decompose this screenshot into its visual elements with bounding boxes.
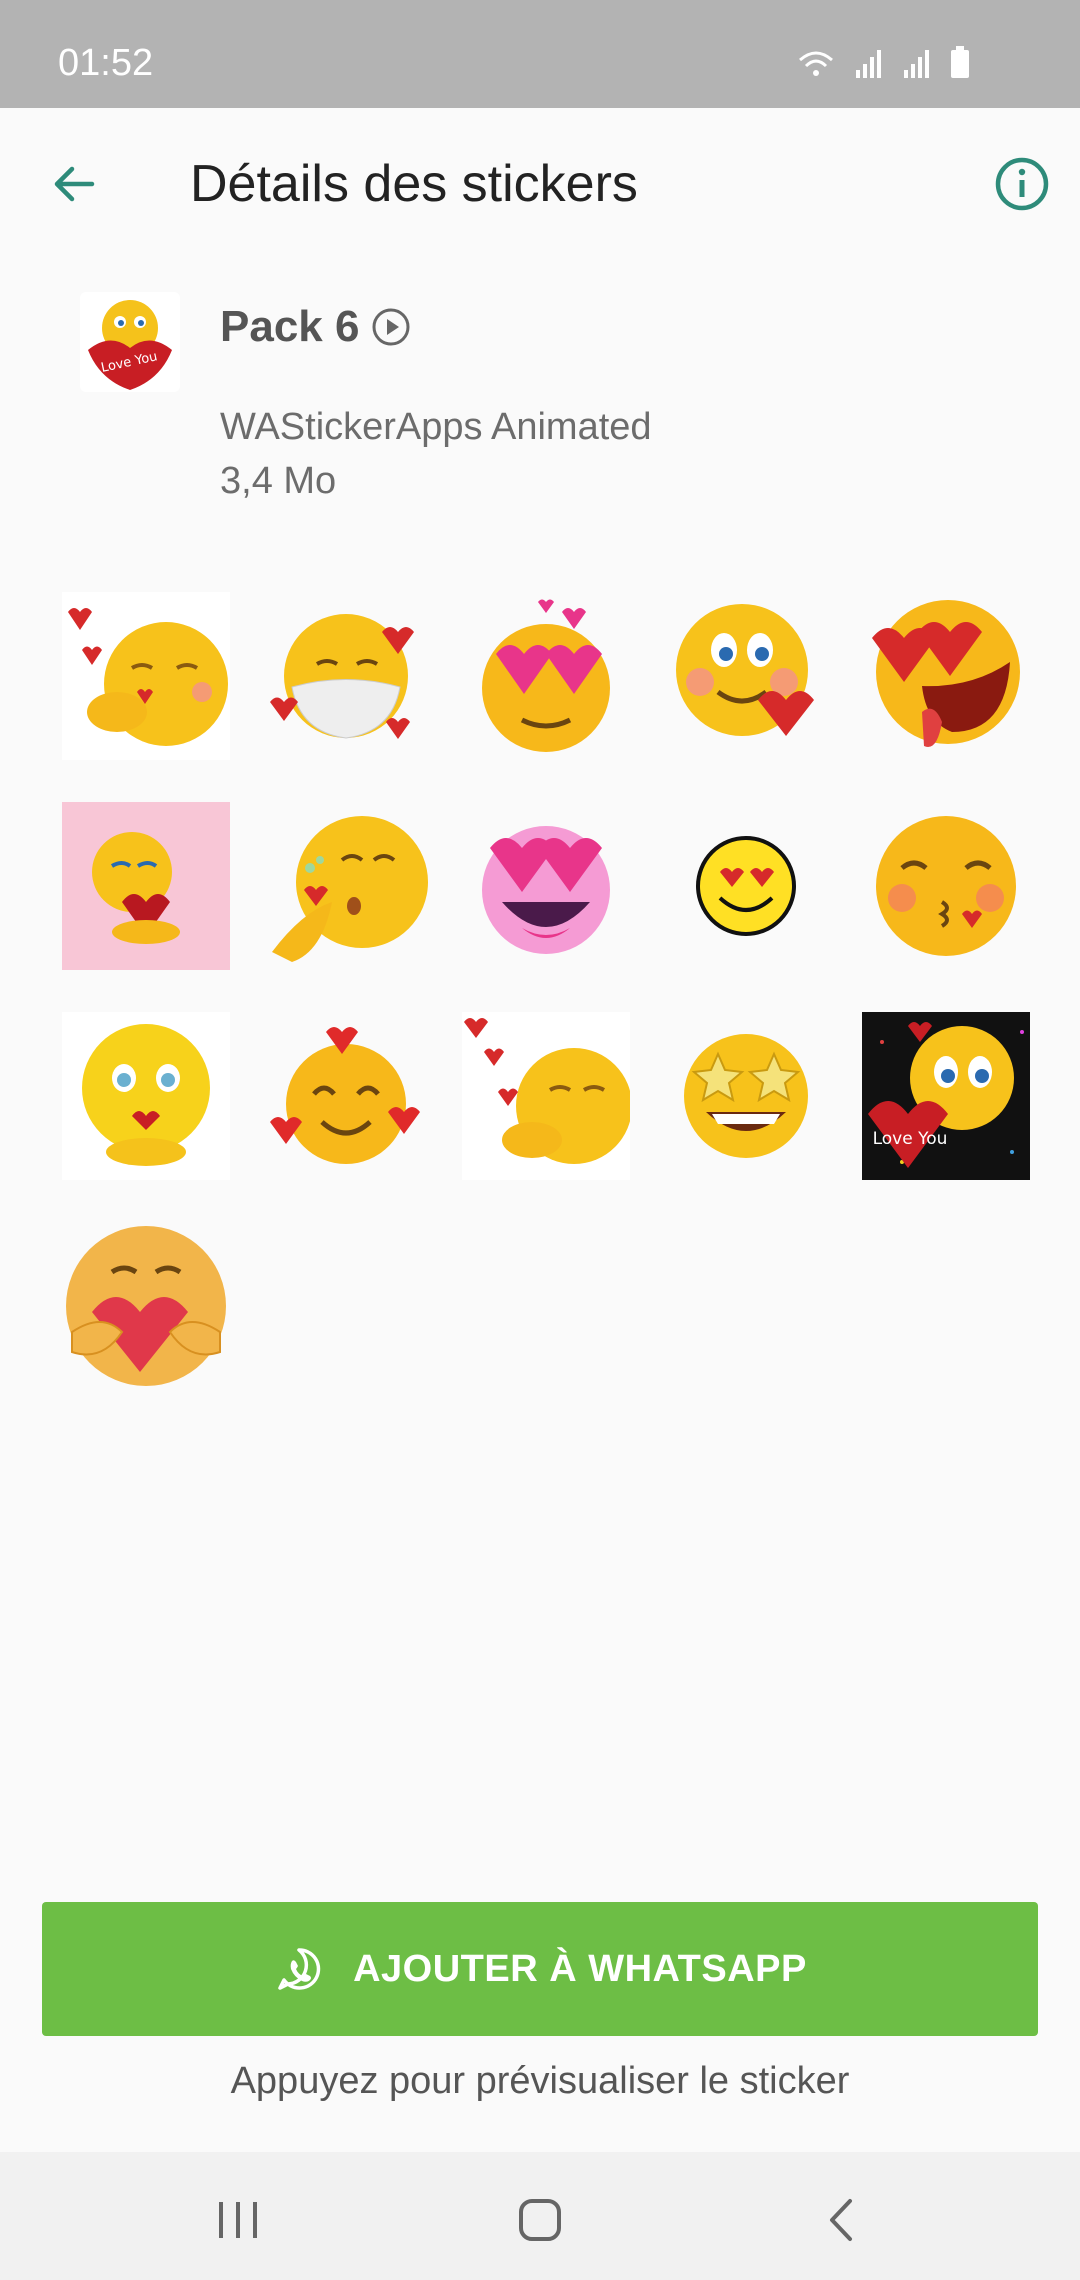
whatsapp-icon (273, 1943, 325, 1995)
signal-icon (856, 50, 881, 78)
svg-text:Love You: Love You (873, 1129, 948, 1149)
sticker-blush-heart[interactable] (662, 592, 830, 760)
recent-apps-icon (219, 2202, 257, 2238)
sticker-kiss-lips[interactable] (62, 1012, 230, 1180)
pack-publisher: WAStickerApps Animated (220, 406, 652, 448)
play-icon[interactable] (371, 307, 411, 347)
arrow-left-icon (54, 166, 95, 202)
sticker-kiss-hearts[interactable] (62, 592, 230, 760)
navigation-bar (0, 2152, 1080, 2280)
signal-icon-2 (904, 50, 929, 78)
home-icon (519, 2199, 561, 2241)
sticker-heart-eyes[interactable] (462, 592, 630, 760)
back-button[interactable] (42, 152, 106, 216)
sticker-love-you-dark[interactable]: Love You (862, 1012, 1030, 1180)
sticker-holding-heart-pink[interactable] (62, 802, 230, 970)
sticker-mask-hearts[interactable] (262, 592, 430, 760)
pack-header: Love You Pack 6 WAStickerApps Animated 3… (0, 280, 1080, 520)
info-button[interactable] (990, 152, 1054, 216)
pack-thumbnail: Love You (80, 292, 180, 392)
status-bar: 01:52 (0, 0, 1080, 108)
toolbar: Détails des stickers (0, 108, 1080, 256)
sticker-pink-heart-eyes[interactable] (462, 802, 630, 970)
add-button-label: AJOUTER À WHATSAPP (353, 1947, 807, 1990)
preview-hint: Appuyez pour prévisualiser le sticker (230, 2060, 850, 2102)
pack-name: Pack 6 (220, 302, 360, 351)
chevron-left-icon (830, 2199, 852, 2241)
pack-size: 3,4 Mo (220, 460, 337, 502)
sticker-blow-kiss[interactable] (262, 802, 430, 970)
sticker-kiss-hearts-2[interactable] (462, 1012, 630, 1180)
back-nav-button[interactable] (806, 2184, 878, 2256)
battery-icon (951, 46, 969, 78)
home-button[interactable] (504, 2184, 576, 2256)
page-title: Détails des stickers (190, 155, 638, 213)
sticker-heart-eyes-laugh[interactable] (862, 592, 1030, 760)
pack-name-row: Pack 6 (220, 302, 411, 352)
wifi-icon (799, 51, 833, 76)
status-icons (796, 46, 970, 78)
sticker-kissing[interactable] (862, 802, 1030, 970)
sticker-smiley-heart-eyes[interactable] (662, 802, 830, 970)
add-to-whatsapp-button[interactable]: AJOUTER À WHATSAPP (42, 1902, 1038, 2036)
sticker-star-eyes[interactable] (662, 1012, 830, 1180)
status-time: 01:52 (58, 42, 154, 84)
sticker-hug-heart[interactable] (62, 1222, 230, 1390)
sticker-smiling-hearts[interactable] (262, 1012, 430, 1180)
recent-apps-button[interactable] (202, 2184, 274, 2256)
info-icon (995, 157, 1049, 211)
